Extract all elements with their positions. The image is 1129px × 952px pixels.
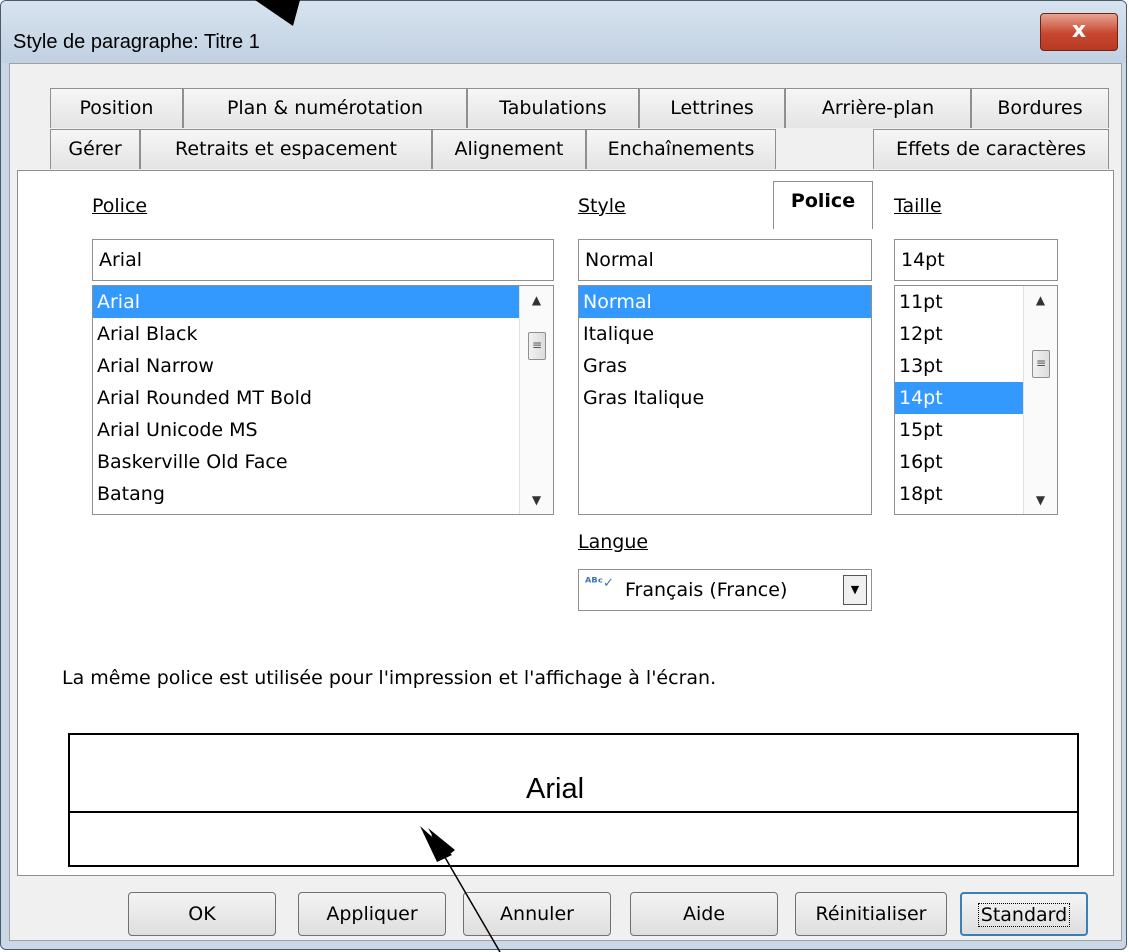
- top-arrow-icon: [255, 0, 300, 26]
- annotation-arrows: [255, 0, 501, 952]
